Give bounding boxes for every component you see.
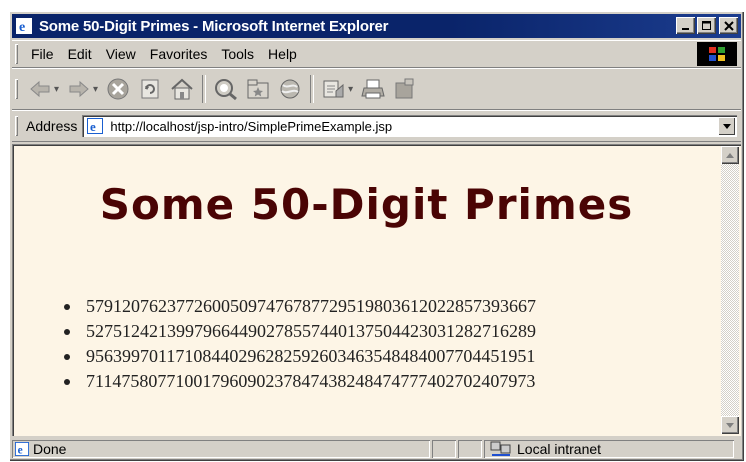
stop-button[interactable] xyxy=(102,73,134,105)
menu-view[interactable]: View xyxy=(99,46,143,62)
mail-button[interactable] xyxy=(318,73,350,105)
menu-edit[interactable]: Edit xyxy=(61,46,99,62)
svg-text:e: e xyxy=(90,119,96,134)
menu-file[interactable]: File xyxy=(24,46,61,62)
minimize-button[interactable] xyxy=(676,17,695,34)
forward-dropdown-icon[interactable]: ▾ xyxy=(93,84,98,95)
maximize-icon xyxy=(701,20,711,30)
list-item: 7114758077100179609023784743824847477740… xyxy=(64,369,536,394)
page-heading: Some 50-Digit Primes xyxy=(99,180,634,229)
windows-logo-icon xyxy=(697,42,737,66)
search-icon xyxy=(215,79,238,101)
browser-window: e Some 50-Digit Primes - Microsoft Inter… xyxy=(9,11,744,461)
bullet-icon xyxy=(64,303,70,310)
address-input[interactable]: e http://localhost/jsp-intro/SimplePrime… xyxy=(82,115,737,137)
mail-icon xyxy=(323,80,344,98)
page-content: Some 50-Digit Primes 5791207623772600509… xyxy=(14,146,719,434)
arrow-up-icon xyxy=(726,152,734,158)
scroll-down-button[interactable] xyxy=(721,416,739,434)
intranet-icon xyxy=(490,441,512,457)
zone-text: Local intranet xyxy=(517,441,602,457)
forward-button[interactable] xyxy=(63,73,95,105)
address-bar: Address e http://localhost/jsp-intro/Sim… xyxy=(12,110,741,142)
list-item: 5275124213997966449027855744013750442303… xyxy=(64,319,536,344)
minimize-icon xyxy=(681,27,689,30)
edit-button[interactable] xyxy=(389,73,421,105)
print-icon xyxy=(361,79,385,99)
bullet-icon xyxy=(64,378,70,385)
prime-value: 9563997011710844029628259260346354848400… xyxy=(86,346,536,366)
status-pane-secure xyxy=(458,440,482,458)
refresh-button[interactable] xyxy=(134,73,166,105)
forward-icon xyxy=(69,80,89,98)
window-title: Some 50-Digit Primes - Microsoft Interne… xyxy=(39,17,389,35)
primes-list: 5791207623772600509747678772951980361202… xyxy=(64,294,536,394)
svg-text:e: e xyxy=(19,20,25,34)
arrow-down-icon xyxy=(726,422,734,428)
chevron-down-icon xyxy=(722,123,731,129)
refresh-icon xyxy=(141,79,159,99)
edit-icon xyxy=(395,78,414,99)
prime-value: 5275124213997966449027855744013750442303… xyxy=(86,321,536,341)
done-page-icon: e xyxy=(15,442,29,456)
mail-dropdown-icon[interactable]: ▾ xyxy=(348,84,353,95)
search-button[interactable] xyxy=(210,73,242,105)
title-bar[interactable]: e Some 50-Digit Primes - Microsoft Inter… xyxy=(12,14,741,38)
vertical-scrollbar[interactable] xyxy=(721,146,739,434)
toolbar-separator xyxy=(310,75,315,103)
content-frame: Some 50-Digit Primes 5791207623772600509… xyxy=(12,144,741,436)
home-icon xyxy=(171,78,193,100)
back-dropdown-icon[interactable]: ▾ xyxy=(54,84,59,95)
menu-tools[interactable]: Tools xyxy=(214,46,261,62)
close-icon xyxy=(723,20,734,31)
toolbar-grip[interactable] xyxy=(15,79,18,99)
address-url: http://localhost/jsp-intro/SimplePrimeEx… xyxy=(110,118,393,134)
history-icon xyxy=(280,79,300,99)
status-pane-main: e Done xyxy=(12,440,430,458)
back-button[interactable] xyxy=(24,73,56,105)
print-button[interactable] xyxy=(357,73,389,105)
list-item: 9563997011710844029628259260346354848400… xyxy=(64,344,536,369)
status-bar: e Done Local intranet xyxy=(12,439,741,459)
status-pane-zone: Local intranet xyxy=(484,440,734,458)
stop-icon xyxy=(107,78,129,100)
history-button[interactable] xyxy=(274,73,306,105)
toolbar-separator xyxy=(202,75,207,103)
maximize-button[interactable] xyxy=(697,17,716,34)
svg-text:e: e xyxy=(18,444,23,456)
menu-bar: File Edit View Favorites Tools Help xyxy=(12,40,741,68)
back-icon xyxy=(30,80,50,98)
prime-value: 7114758077100179609023784743824847477740… xyxy=(86,371,536,391)
ie-logo-icon: e xyxy=(15,17,33,35)
address-label: Address xyxy=(26,118,78,134)
bullet-icon xyxy=(64,328,70,335)
address-dropdown-button[interactable] xyxy=(718,117,735,135)
prime-value: 5791207623772600509747678772951980361202… xyxy=(86,296,536,316)
menu-help[interactable]: Help xyxy=(261,46,304,62)
list-item: 5791207623772600509747678772951980361202… xyxy=(64,294,536,319)
standard-toolbar: ▾ ▾ ▾ xyxy=(12,68,741,110)
status-text: Done xyxy=(33,441,67,457)
home-button[interactable] xyxy=(166,73,198,105)
scroll-up-button[interactable] xyxy=(721,146,739,164)
menu-favorites[interactable]: Favorites xyxy=(143,46,215,62)
close-button[interactable] xyxy=(719,17,738,34)
favorites-button[interactable] xyxy=(242,73,274,105)
address-grip[interactable] xyxy=(15,116,18,136)
status-pane-progress xyxy=(432,440,456,458)
menu-grip[interactable] xyxy=(15,44,18,64)
favorites-icon xyxy=(247,79,269,99)
page-icon: e xyxy=(86,117,104,135)
bullet-icon xyxy=(64,353,70,360)
